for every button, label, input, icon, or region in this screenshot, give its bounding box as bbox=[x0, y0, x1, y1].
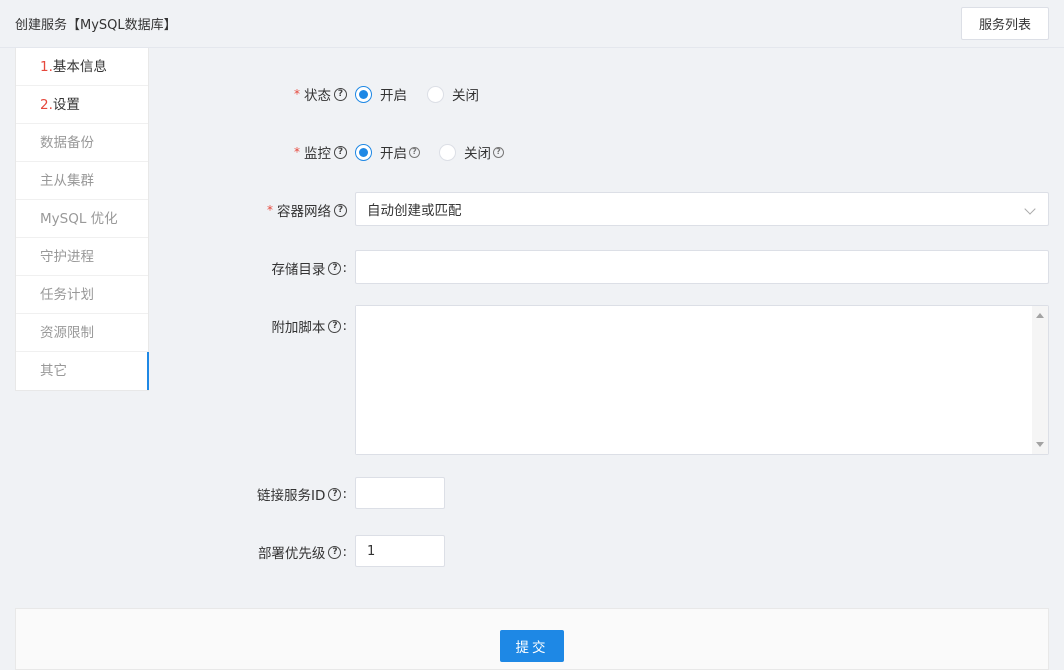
scrollbar[interactable] bbox=[1032, 306, 1048, 454]
label-colon: : bbox=[342, 486, 347, 502]
radio-checked-icon bbox=[355, 85, 372, 103]
sidebar-item-label: 数据备份 bbox=[40, 135, 94, 151]
radio-label: 关闭 bbox=[452, 88, 479, 104]
network-label-text: 容器网络 bbox=[277, 204, 331, 220]
help-icon[interactable]: ? bbox=[334, 87, 347, 101]
storage-dir-input[interactable] bbox=[355, 250, 1049, 284]
sidebar-item-label: 主从集群 bbox=[40, 173, 94, 189]
sidebar-item-label: 任务计划 bbox=[40, 287, 94, 303]
service-list-button[interactable]: 服务列表 bbox=[961, 7, 1049, 40]
top-divider bbox=[0, 47, 1064, 48]
monitor-label-text: 监控 bbox=[304, 146, 331, 162]
sidebar-item-label: 设置 bbox=[52, 97, 80, 113]
sidebar-item-label: 基本信息 bbox=[52, 59, 107, 75]
help-icon[interactable]: ? bbox=[328, 487, 342, 501]
monitor-label: * 监控 ? bbox=[294, 142, 347, 162]
scroll-down-icon[interactable] bbox=[1036, 442, 1044, 447]
sidebar-item-label: 其它 bbox=[40, 363, 67, 379]
network-select-value: 自动创建或匹配 bbox=[367, 203, 462, 219]
sidebar-item-label: 资源限制 bbox=[40, 325, 94, 341]
help-icon[interactable]: ? bbox=[409, 146, 420, 158]
sidebar-item-task-schedule[interactable]: 任务计划 bbox=[16, 276, 148, 314]
label-colon: : bbox=[342, 318, 347, 334]
radio-unchecked-icon bbox=[439, 143, 456, 161]
extra-script-label-text: 附加脚本 bbox=[271, 320, 326, 336]
radio-checked-icon bbox=[355, 143, 372, 161]
sidebar-item-basic-info[interactable]: 1.基本信息 bbox=[16, 48, 148, 86]
sidebar-item-data-backup[interactable]: 数据备份 bbox=[16, 124, 148, 162]
extra-script-label: 附加脚本 ? : bbox=[271, 316, 347, 336]
required-mark: * bbox=[294, 145, 300, 159]
storage-dir-label-text: 存储目录 bbox=[271, 262, 326, 278]
sidebar-item-mysql-optimize[interactable]: MySQL 优化 bbox=[16, 200, 148, 238]
sidebar-item-resource-limit[interactable]: 资源限制 bbox=[16, 314, 148, 352]
network-label: * 容器网络 ? bbox=[267, 200, 347, 220]
deploy-priority-label-text: 部署优先级 bbox=[257, 546, 326, 562]
help-icon[interactable]: ? bbox=[328, 319, 342, 333]
help-icon[interactable]: ? bbox=[493, 146, 504, 158]
radio-label: 开启 bbox=[380, 88, 407, 104]
link-service-id-label-text: 链接服务ID bbox=[257, 488, 326, 504]
help-icon[interactable]: ? bbox=[334, 203, 347, 217]
monitor-radio-off[interactable]: 关闭 ? bbox=[439, 142, 504, 162]
page-title: 创建服务【MySQL数据库】 bbox=[15, 18, 177, 33]
required-mark: * bbox=[294, 87, 300, 101]
radio-unchecked-icon bbox=[427, 85, 444, 103]
sidebar-item-master-slave-cluster[interactable]: 主从集群 bbox=[16, 162, 148, 200]
sidebar-item-label: 守护进程 bbox=[40, 249, 94, 265]
label-colon: : bbox=[342, 260, 347, 276]
network-select[interactable]: 自动创建或匹配 bbox=[355, 192, 1049, 226]
radio-label: 开启 bbox=[380, 146, 407, 162]
status-radio-off[interactable]: 关闭 bbox=[427, 84, 479, 104]
sidebar-item-label: MySQL 优化 bbox=[40, 211, 118, 227]
status-radio-on[interactable]: 开启 bbox=[355, 84, 407, 104]
status-label: * 状态 ? bbox=[294, 84, 347, 104]
extra-script-editor bbox=[355, 305, 1049, 455]
scroll-up-icon[interactable] bbox=[1036, 313, 1044, 318]
sidebar-item-settings[interactable]: 2.设置 bbox=[16, 86, 148, 124]
sidebar-item-daemon[interactable]: 守护进程 bbox=[16, 238, 148, 276]
extra-script-textarea[interactable] bbox=[356, 306, 1032, 454]
help-icon[interactable]: ? bbox=[334, 145, 347, 159]
storage-dir-label: 存储目录 ? : bbox=[271, 258, 347, 278]
sidebar-item-other[interactable]: 其它 bbox=[16, 352, 149, 390]
required-mark: * bbox=[267, 203, 273, 217]
sidebar-item-number: 1. bbox=[40, 59, 53, 75]
link-service-id-label: 链接服务ID ? : bbox=[257, 484, 347, 504]
help-icon[interactable]: ? bbox=[328, 261, 342, 275]
submit-button[interactable]: 提交 bbox=[500, 630, 564, 662]
monitor-radio-on[interactable]: 开启 ? bbox=[355, 142, 420, 162]
chevron-down-icon bbox=[1024, 203, 1036, 215]
label-colon: : bbox=[342, 544, 347, 560]
sidebar-item-number: 2. bbox=[40, 97, 53, 113]
deploy-priority-input[interactable] bbox=[355, 535, 445, 567]
deploy-priority-label: 部署优先级 ? : bbox=[258, 542, 347, 562]
sidebar: 1.基本信息 2.设置 数据备份 主从集群 MySQL 优化 守护进程 任务计划… bbox=[15, 48, 149, 391]
link-service-id-input[interactable] bbox=[355, 477, 445, 509]
help-icon[interactable]: ? bbox=[328, 545, 342, 559]
radio-label: 关闭 bbox=[464, 146, 491, 162]
status-label-text: 状态 bbox=[304, 88, 331, 104]
